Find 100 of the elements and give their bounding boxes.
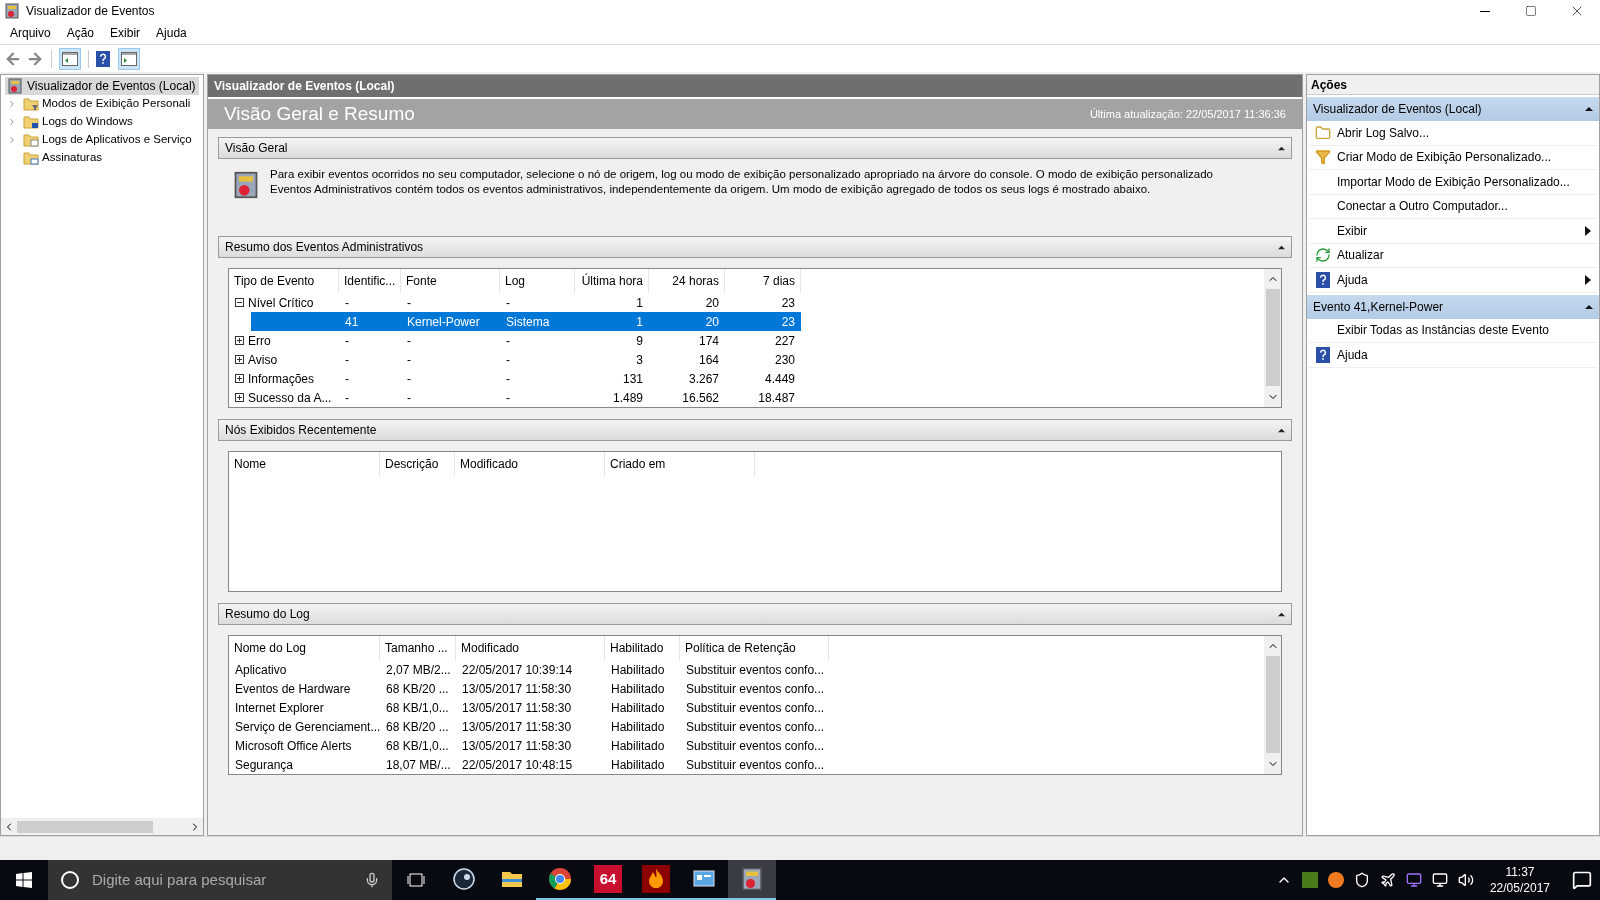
search-field[interactable]: Digite aqui para pesquisar	[48, 860, 392, 900]
column-header[interactable]: Habilitado	[605, 636, 680, 660]
show-hide-actions-button[interactable]	[118, 47, 140, 70]
table-cell-text: Aviso	[248, 351, 278, 369]
table-cell: 13/05/2017 11:58:30	[462, 719, 572, 734]
search-input[interactable]: Digite aqui para pesquisar	[92, 868, 352, 892]
table-row[interactable]: 41 Kernel-Power Sistema 1 20 23	[251, 312, 801, 331]
table-cell: Habilitado	[611, 738, 665, 753]
column-header[interactable]: Tamanho ...	[380, 636, 456, 660]
action-group-header[interactable]: Visualizador de Eventos (Local)	[1307, 97, 1599, 121]
monitor-icon[interactable]	[1405, 872, 1422, 888]
column-header[interactable]: Log	[500, 269, 575, 293]
action-link[interactable]: Conectar a Outro Computador...	[1337, 197, 1597, 216]
action-link[interactable]: Exibir	[1337, 221, 1585, 240]
action-link[interactable]: Importar Modo de Exibição Personalizado...	[1337, 172, 1597, 191]
scroll-thumb[interactable]	[17, 820, 153, 833]
menu-item[interactable]: Ação	[58, 24, 103, 42]
section-header[interactable]: Resumo dos Eventos Administrativos	[218, 236, 1292, 258]
circle-icon	[60, 870, 80, 890]
clock[interactable]: 11:37 22/05/2017	[1483, 864, 1556, 896]
windows-logo-icon	[16, 872, 32, 888]
action-group-header[interactable]: Evento 41,Kernel-Power	[1307, 294, 1599, 319]
scroll-thumb[interactable]	[1265, 656, 1280, 753]
table-cell: 68 KB/1,0...	[386, 738, 449, 753]
column-header[interactable]: Descrição	[380, 452, 455, 476]
expand-icon[interactable]	[235, 393, 244, 402]
action-link[interactable]: Ajuda	[1337, 270, 1585, 289]
action-link[interactable]: Atualizar	[1337, 246, 1597, 265]
table-cell: 20	[705, 314, 719, 329]
column-header[interactable]: Última hora	[575, 269, 649, 293]
vertical-scrollbar[interactable]	[1264, 269, 1281, 407]
taskbar-app[interactable]: 64	[584, 860, 632, 900]
table-row[interactable]: - - - 9 174 227	[339, 331, 801, 350]
notifications-icon[interactable]	[1572, 870, 1592, 890]
task-view-icon	[407, 873, 425, 887]
network-icon[interactable]	[1431, 872, 1448, 888]
column-header[interactable]: Modificado	[455, 452, 605, 476]
action-link[interactable]: Exibir Todas as Instâncias deste Evento	[1337, 321, 1597, 340]
column-header[interactable]: 24 horas	[649, 269, 725, 293]
panel-left-icon	[62, 51, 78, 66]
tree-item[interactable]: Modos de Exibição Personali	[42, 95, 191, 113]
horizontal-scrollbar[interactable]	[1, 818, 203, 835]
microphone-icon[interactable]	[364, 872, 380, 888]
expand-icon[interactable]	[235, 355, 244, 364]
table-row[interactable]: - - - 1 20 23	[339, 293, 801, 312]
action-link[interactable]: Criar Modo de Exibição Personalizado...	[1337, 148, 1597, 167]
section-header[interactable]: Visão Geral	[218, 137, 1292, 159]
show-hide-tree-button[interactable]	[59, 47, 81, 70]
shield-icon[interactable]	[1353, 872, 1370, 888]
collapse-icon[interactable]	[1585, 302, 1593, 311]
app-icon: 64	[594, 865, 622, 893]
table-row[interactable]: - - - 3 164 230	[339, 350, 801, 369]
table-row[interactable]: - - - 1.489 16.562 18.487	[339, 388, 801, 407]
event-log-icon	[740, 867, 764, 891]
expand-icon[interactable]	[235, 336, 244, 345]
expand-icon[interactable]	[235, 374, 244, 383]
action-link[interactable]: Abrir Log Salvo...	[1337, 123, 1597, 142]
column-header[interactable]: Nome do Log	[229, 636, 380, 660]
column-header[interactable]: Política de Retenção	[680, 636, 829, 660]
action-link[interactable]: Ajuda	[1337, 345, 1597, 364]
column-header[interactable]: Criado em	[605, 452, 755, 476]
column-header[interactable]: Nome	[229, 452, 380, 476]
collapse-icon[interactable]	[1278, 426, 1285, 434]
table-cell: 23	[781, 295, 795, 310]
menu-item[interactable]: Exibir	[102, 24, 149, 42]
menu-item[interactable]: Arquivo	[2, 24, 59, 42]
table-cell: Habilitado	[611, 662, 665, 677]
overview-text: Para exibir eventos ocorridos no seu computador, selecione o nó de origem, log ou modo de exibição personalizado apropriado na árvore do console. O modo de exibição personalizado Eventos Administrativos contém todos os eventos administrativos, independentemente da origem. Um modo de exibição agregado de todos os seus logs é mostrado abaixo.	[270, 167, 1214, 197]
collapse-icon[interactable]	[1278, 610, 1285, 618]
column-header[interactable]: Modificado	[456, 636, 605, 660]
column-header[interactable]: Identific...	[339, 269, 401, 293]
collapse-icon[interactable]	[1278, 243, 1285, 251]
minimize-icon	[1480, 10, 1490, 12]
tree-item[interactable]: Logs de Aplicativos e Serviço	[42, 131, 192, 149]
airplane-icon[interactable]	[1379, 872, 1396, 888]
table-cell: Eventos de Hardware	[235, 681, 351, 696]
column-header[interactable]: Tipo de Evento	[229, 269, 339, 293]
section-title: Resumo do Log	[225, 606, 310, 623]
collapse-icon[interactable]	[1278, 144, 1285, 152]
table-cell: 20	[705, 295, 719, 310]
column-header[interactable]: Fonte	[401, 269, 500, 293]
tree-item[interactable]: Assinaturas	[42, 149, 103, 167]
table-row[interactable]: - - - 131 3.267 4.449	[339, 369, 801, 388]
table-cell: 164	[698, 352, 719, 367]
section-header[interactable]: Resumo do Log	[218, 603, 1292, 625]
collapse-icon[interactable]	[235, 298, 244, 307]
vertical-scrollbar[interactable]	[1264, 636, 1281, 774]
taskbar-app[interactable]	[728, 860, 776, 900]
pane-header: Visualizador de Eventos (Local)	[208, 75, 1302, 97]
table-cell: 16.562	[682, 390, 719, 405]
collapse-icon[interactable]	[1585, 105, 1593, 113]
volume-icon[interactable]	[1457, 872, 1474, 888]
menu-item[interactable]: Ajuda	[148, 24, 195, 42]
scroll-thumb[interactable]	[1265, 289, 1280, 386]
column-header[interactable]: 7 dias	[725, 269, 801, 293]
table-cell: -	[506, 333, 510, 348]
table-cell: 174	[698, 333, 719, 348]
tree-item[interactable]: Visualizador de Eventos (Local)	[5, 77, 199, 95]
tree-item[interactable]: Logs do Windows	[42, 113, 133, 131]
section-header[interactable]: Nós Exibidos Recentemente	[218, 419, 1292, 441]
